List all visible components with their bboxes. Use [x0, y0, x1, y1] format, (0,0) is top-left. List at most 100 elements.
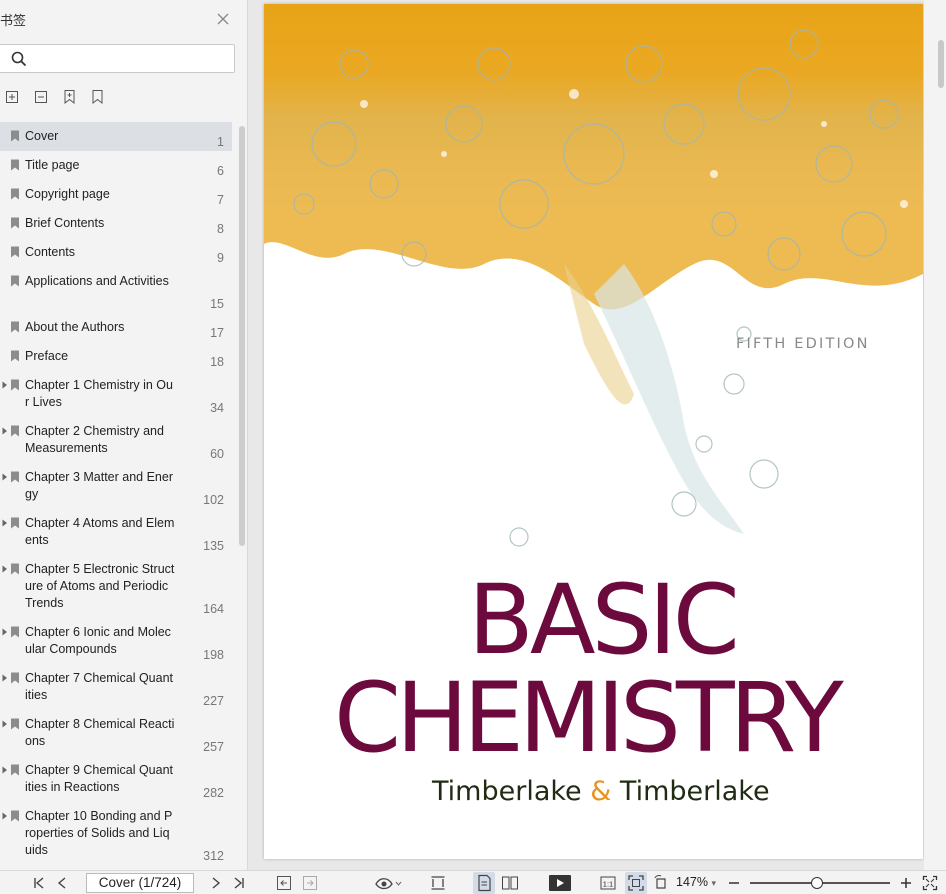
bookmark-page-number: 7 — [217, 193, 224, 207]
expand-all-icon[interactable] — [5, 89, 20, 105]
bookmark-page-number: 15 — [210, 297, 224, 311]
zoom-level[interactable]: 147% ▾ — [676, 875, 716, 889]
collapse-all-icon[interactable] — [34, 89, 49, 105]
bookmark-label: Cover — [25, 129, 59, 143]
fit-width-icon[interactable] — [430, 874, 446, 892]
bookmark-flag-icon — [11, 275, 19, 287]
expand-arrow-icon[interactable] — [2, 720, 8, 728]
bookmark-sidebar: 书签 Cover 1 Title page 6 Copyright page 7… — [0, 0, 248, 870]
bookmark-page-number: 8 — [217, 222, 224, 236]
sidebar-scrollbar[interactable] — [239, 126, 245, 546]
bookmark-item[interactable]: Chapter 5 Electronic Structure of Atoms … — [0, 555, 232, 618]
bookmark-item[interactable]: Chapter 10 Bonding and Properties of Sol… — [0, 802, 232, 865]
expand-arrow-icon[interactable] — [2, 812, 8, 820]
bookmark-flag-icon — [11, 718, 19, 730]
next-page-icon[interactable] — [210, 874, 222, 892]
bookmark-flag-icon — [11, 159, 19, 171]
bookmark-item[interactable]: Chapter 1 Chemistry in Our Lives 34 — [0, 371, 232, 417]
rotate-icon[interactable] — [653, 874, 669, 892]
expand-arrow-icon[interactable] — [2, 473, 8, 481]
bookmark-item[interactable]: Chapter 9 Chemical Quantities in Reactio… — [0, 756, 232, 802]
bookmark-item[interactable]: Chapter 4 Atoms and Elements 135 — [0, 509, 232, 555]
author-name: Timberlake — [619, 776, 770, 807]
bookmark-label: Chapter 2 Chemistry and Measurements — [25, 424, 164, 455]
first-page-icon[interactable] — [32, 874, 46, 892]
expand-arrow-icon[interactable] — [2, 674, 8, 682]
expand-arrow-icon[interactable] — [2, 427, 8, 435]
page-number-input[interactable]: Cover (1/724) — [86, 873, 194, 893]
bookmark-flag-icon — [11, 810, 19, 822]
bookmark-page-number: 17 — [210, 326, 224, 340]
bookmark-label: Preface — [25, 349, 69, 363]
edition-label: FIFTH EDITION — [736, 336, 870, 352]
zoom-in-icon[interactable] — [899, 874, 913, 892]
single-page-button[interactable] — [473, 872, 495, 894]
bookmark-flag-icon — [11, 764, 19, 776]
fullscreen-icon[interactable] — [922, 874, 938, 892]
fit-page-icon — [628, 875, 644, 891]
search-icon — [11, 51, 27, 67]
bookmark-item[interactable]: Chapter 2 Chemistry and Measurements 60 — [0, 417, 232, 463]
bookmark-item[interactable]: Contents 9 — [0, 238, 232, 267]
bookmark-label: Chapter 1 Chemistry in Our Lives — [25, 378, 173, 409]
bookmark-page-number: 198 — [203, 648, 224, 662]
expand-arrow-icon[interactable] — [2, 628, 8, 636]
actual-size-icon[interactable]: 1:1 — [600, 874, 616, 892]
bookmark-label: About the Authors — [25, 320, 125, 334]
bookmark-label: Chapter 10 Bonding and Properties of Sol… — [25, 809, 173, 857]
bookmark-label: Brief Contents — [25, 216, 105, 230]
bookmark-item[interactable]: Brief Contents 8 — [0, 209, 232, 238]
two-page-icon[interactable] — [501, 874, 519, 892]
bookmark-item[interactable]: Title page 6 — [0, 151, 232, 180]
previous-page-icon[interactable] — [56, 874, 68, 892]
bookmark-page-number: 227 — [203, 694, 224, 708]
bookmark-item[interactable]: Preface 18 — [0, 342, 232, 371]
bookmark-page-number: 164 — [203, 602, 224, 616]
bookmark-item[interactable]: Cover 1 — [0, 122, 232, 151]
bookmark-flag-icon — [11, 246, 19, 258]
zoom-slider-handle[interactable] — [811, 877, 824, 889]
zoom-out-icon[interactable] — [727, 874, 741, 892]
cover-authors: Timberlake & Timberlake — [432, 776, 770, 807]
read-mode-icon[interactable] — [374, 874, 402, 892]
bookmark-page-number: 60 — [210, 447, 224, 461]
bookmark-list: Cover 1 Title page 6 Copyright page 7 Brief Co… — [0, 122, 234, 870]
author-name: Timberlake — [432, 776, 582, 807]
expand-arrow-icon[interactable] — [2, 565, 8, 573]
bookmark-page-number: 6 — [217, 164, 224, 178]
pdf-reader-window: 书签 Cover 1 Title page 6 Copyright page 7… — [0, 0, 946, 894]
bookmark-item[interactable]: Chapter 3 Matter and Energy 102 — [0, 463, 232, 509]
close-icon[interactable] — [216, 12, 230, 26]
back-icon[interactable] — [276, 874, 292, 892]
scrollbar-thumb[interactable] — [938, 40, 944, 88]
bookmark-flag-icon — [11, 130, 19, 142]
add-bookmark-icon[interactable] — [62, 89, 77, 105]
bookmark-page-number: 18 — [210, 355, 224, 369]
bookmark-label: Contents — [25, 245, 76, 259]
last-page-icon[interactable] — [232, 874, 246, 892]
bookmark-icon[interactable] — [90, 89, 105, 105]
forward-icon[interactable] — [302, 874, 318, 892]
svg-text:1:1: 1:1 — [603, 880, 613, 889]
cover-title-line2: CHEMISTRY — [334, 662, 844, 774]
slideshow-icon[interactable] — [548, 874, 572, 892]
bookmark-page-number: 34 — [210, 401, 224, 415]
fit-page-button[interactable] — [625, 872, 647, 894]
bookmark-item[interactable]: Applications and Activities 15 — [0, 267, 232, 313]
bookmark-item[interactable]: Chapter 7 Chemical Quantities 227 — [0, 664, 232, 710]
bookmark-item[interactable]: Chapter 6 Ionic and Molecular Compounds 1… — [0, 618, 232, 664]
expand-arrow-icon[interactable] — [2, 519, 8, 527]
bookmark-search-box[interactable] — [0, 44, 235, 73]
bookmark-flag-icon — [11, 321, 19, 333]
bookmark-page-number: 102 — [203, 493, 224, 507]
vertical-scrollbar[interactable] — [924, 0, 946, 870]
expand-arrow-icon[interactable] — [2, 381, 8, 389]
expand-arrow-icon[interactable] — [2, 766, 8, 774]
bookmark-flag-icon — [11, 217, 19, 229]
bookmark-item[interactable]: Chapter 8 Chemical Reactions 257 — [0, 710, 232, 756]
bookmark-page-number: 135 — [203, 539, 224, 553]
document-page: FIFTH EDITION BASIC CHEMISTRY Timberlake… — [264, 4, 923, 859]
bookmark-item[interactable]: Copyright page 7 — [0, 180, 232, 209]
bookmark-item[interactable]: About the Authors 17 — [0, 313, 232, 342]
bookmark-label: Applications and Activities — [25, 274, 169, 288]
